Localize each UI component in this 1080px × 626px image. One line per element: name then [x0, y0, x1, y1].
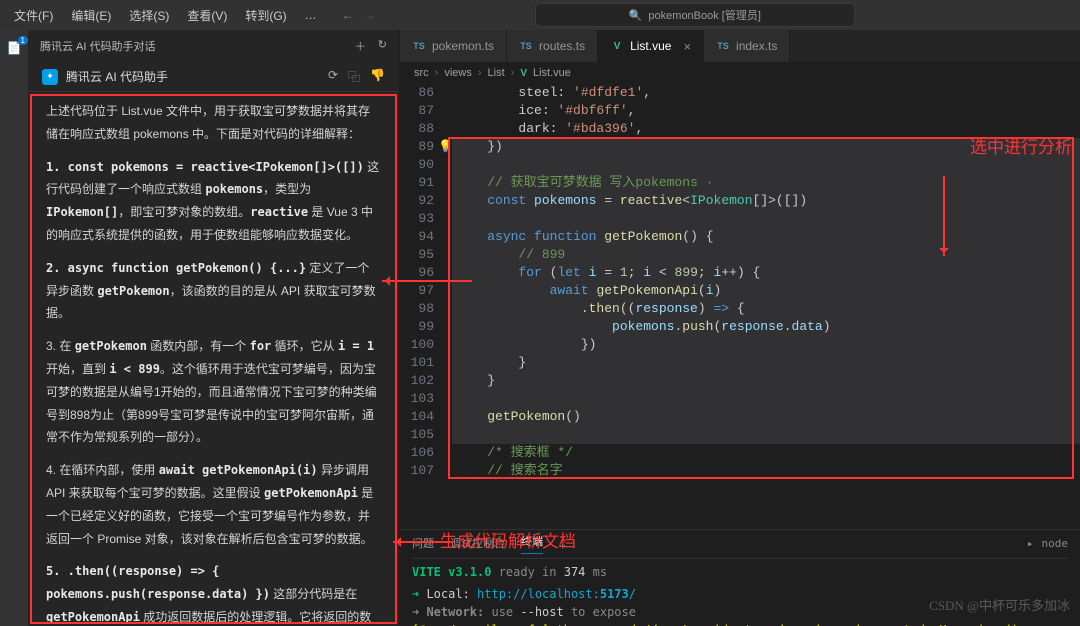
refresh-icon[interactable]: ⟳: [328, 68, 338, 85]
history-icon[interactable]: ↻: [378, 38, 387, 54]
panel-title: 腾讯云 AI 代码助手对话: [40, 38, 156, 54]
tab-label: List.vue: [630, 39, 671, 53]
close-icon[interactable]: ×: [683, 39, 691, 54]
lightbulb-icon[interactable]: 💡: [438, 138, 453, 156]
code-line[interactable]: async function getPokemon() {: [452, 228, 1080, 246]
menu-goto[interactable]: 转到(G): [237, 3, 294, 28]
code-line[interactable]: // 搜索名字: [452, 462, 1080, 480]
command-center[interactable]: 🔍 pokemonBook [管理员]: [535, 3, 855, 27]
code-editor[interactable]: 8687888990919293949596979899100101102103…: [400, 84, 1080, 529]
menu-select[interactable]: 选择(S): [121, 3, 177, 28]
title-text: pokemonBook [管理员]: [648, 7, 761, 23]
ts-icon: TS: [412, 39, 426, 53]
code-line[interactable]: [452, 156, 1080, 174]
ai-chat-panel: 腾讯云 AI 代码助手对话 ＋ ↻ ✦ 腾讯云 AI 代码助手 ⟳ ⿻ 👎 上述…: [28, 30, 400, 626]
menu-edit[interactable]: 编辑(E): [63, 3, 119, 28]
code-line[interactable]: await getPokemonApi(i): [452, 282, 1080, 300]
editor-tab[interactable]: TS routes.ts: [507, 30, 598, 62]
ts-icon: TS: [519, 39, 533, 53]
editor-tab[interactable]: V List.vue ×: [598, 30, 704, 62]
code-line[interactable]: }): [452, 336, 1080, 354]
new-chat-icon[interactable]: ＋: [355, 38, 366, 54]
annotation-label-doc: 生成代码解析文档: [440, 527, 576, 552]
code-line[interactable]: [452, 390, 1080, 408]
code-line[interactable]: }: [452, 372, 1080, 390]
code-line[interactable]: pokemons.push(response.data): [452, 318, 1080, 336]
menu-file[interactable]: 文件(F): [6, 3, 61, 28]
code-line[interactable]: const pokemons = reactive<IPokemon[]>([]…: [452, 192, 1080, 210]
term-tab-problems[interactable]: 问题: [412, 536, 434, 553]
breadcrumbs[interactable]: src› views› List› V List.vue: [400, 62, 1080, 84]
code-line[interactable]: /* 搜索框 */: [452, 444, 1080, 462]
vue-icon: V: [610, 39, 624, 53]
brand-icon: ✦: [42, 69, 58, 85]
code-line[interactable]: [452, 426, 1080, 444]
copy-icon[interactable]: ⿻: [348, 68, 360, 85]
nav-forward-icon[interactable]: →: [364, 8, 376, 22]
menu-view[interactable]: 查看(V): [179, 3, 235, 28]
code-line[interactable]: .then((response) => {: [452, 300, 1080, 318]
code-line[interactable]: steel: '#dfdfe1',: [452, 84, 1080, 102]
code-line[interactable]: }: [452, 354, 1080, 372]
tab-label: index.ts: [736, 39, 777, 53]
code-line[interactable]: [452, 210, 1080, 228]
menubar: 文件(F) 编辑(E) 选择(S) 查看(V) 转到(G) … ← → 🔍 po…: [0, 0, 1080, 30]
term-shell-icon[interactable]: ▸: [1027, 536, 1034, 553]
term-shell-label: node: [1042, 536, 1069, 553]
tab-label: routes.ts: [539, 39, 585, 53]
code-line[interactable]: ice: '#dbf6ff',: [452, 102, 1080, 120]
code-line[interactable]: // 899: [452, 246, 1080, 264]
nav-back-icon[interactable]: ←: [342, 8, 354, 22]
tab-label: pokemon.ts: [432, 39, 494, 53]
code-line[interactable]: // 获取宝可梦数据 写入pokemons ·: [452, 174, 1080, 192]
editor-tabs: TS pokemon.ts TS routes.ts V List.vue × TS index…: [400, 30, 1080, 62]
explorer-icon[interactable]: 📄1: [4, 38, 24, 58]
chat-brand: 腾讯云 AI 代码助手: [66, 68, 168, 85]
ts-icon: TS: [716, 39, 730, 53]
code-line[interactable]: getPokemon(): [452, 408, 1080, 426]
annotation-arrow: [943, 176, 945, 256]
chat-response: 上述代码位于 List.vue 文件中，用于获取宝可梦数据并将其存储在响应式数组…: [30, 94, 397, 624]
annotation-label-analyze: 选中进行分析: [970, 139, 1072, 157]
editor-tab[interactable]: TS pokemon.ts: [400, 30, 507, 62]
code-line[interactable]: for (let i = 1; i < 899; i++) {: [452, 264, 1080, 282]
thumbs-down-icon[interactable]: 👎: [370, 68, 385, 85]
code-line[interactable]: dark: '#bda396',: [452, 120, 1080, 138]
watermark: CSDN @中杯可乐多加冰: [929, 595, 1070, 614]
activity-bar: 📄1: [0, 30, 28, 626]
search-icon: 🔍: [629, 9, 643, 22]
vue-icon: V: [520, 68, 527, 79]
annotation-arrow: [382, 280, 472, 282]
editor-tab[interactable]: TS index.ts: [704, 30, 790, 62]
menu-more-icon[interactable]: …: [297, 4, 325, 26]
